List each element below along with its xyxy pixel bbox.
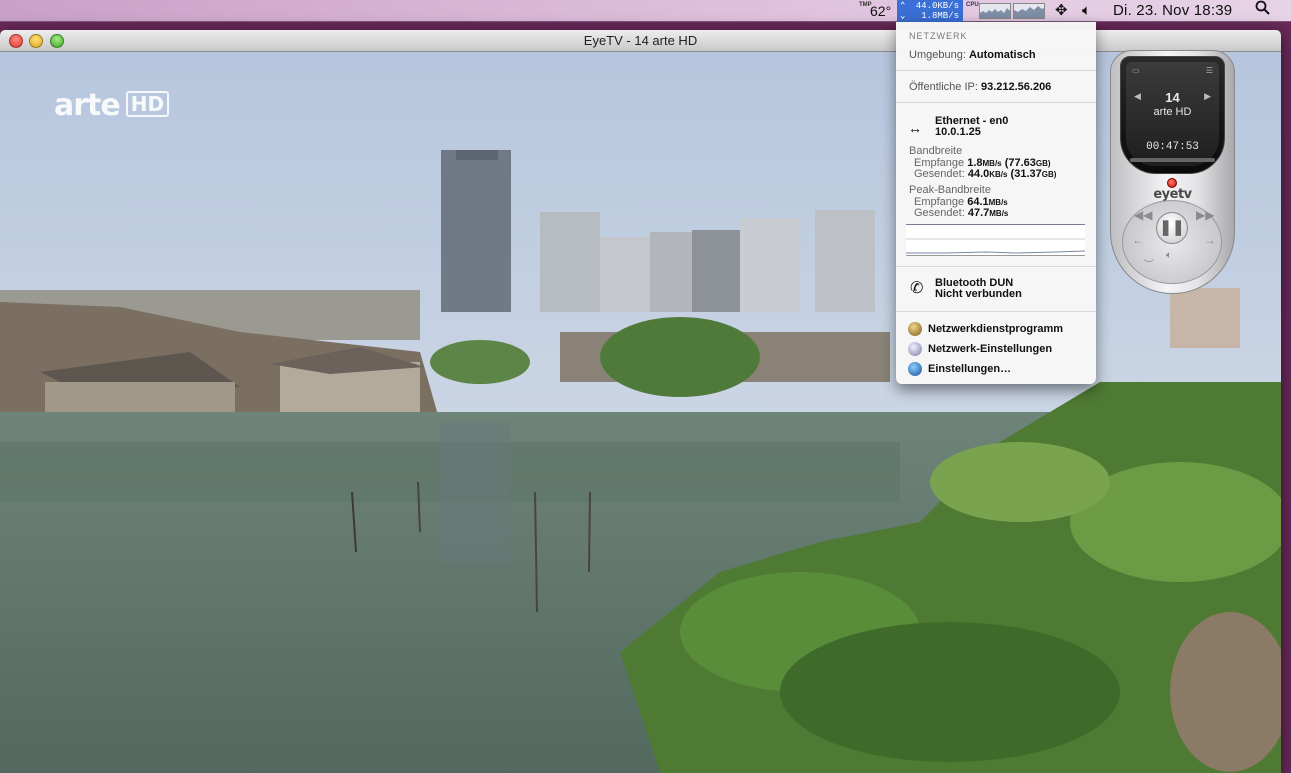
menu-separator	[896, 70, 1096, 71]
cpu-graph-menu-item[interactable]	[979, 3, 1011, 19]
bandwidth-receive-unit: MB/s	[982, 159, 1002, 168]
hd-badge: HD	[125, 91, 170, 117]
menu-separator	[896, 311, 1096, 312]
bandwidth-receive-total-unit: GB)	[1035, 159, 1051, 168]
channel-logo-text: arte	[54, 88, 121, 123]
ethernet-ip: 10.0.1.25	[935, 126, 981, 138]
up-down-arrows-icon: ⌃ ⌄	[900, 1, 906, 21]
environment-value: Automatisch	[968, 49, 1036, 61]
network-download-rate: 1.8MB/s	[921, 11, 959, 21]
spotlight-search-icon[interactable]	[1255, 0, 1270, 22]
peak-send-unit: MB/s	[989, 209, 1009, 218]
network-menu-header: NETZWERK	[909, 31, 968, 41]
close-button[interactable]	[9, 34, 23, 48]
ethernet-row[interactable]: Ethernet - en0 10.0.1.25	[935, 116, 1008, 138]
bandwidth-send-value: 44.0	[967, 168, 990, 180]
skip-back-icon[interactable]: ←	[1132, 233, 1144, 247]
peak-send-row: Gesendet: 47.7MB/s	[914, 207, 1008, 219]
bluetooth-dun-row[interactable]: Bluetooth DUN Nicht verbunden	[935, 278, 1022, 300]
network-preferences-icon	[908, 342, 922, 356]
menu-separator	[896, 266, 1096, 267]
globe-icon	[908, 362, 922, 376]
eyetv-remote[interactable]: ▭ ☰ ◀ ▶ 14 arte HD 00:47:53 eyetv ◀◀ ▶▶ …	[1110, 50, 1235, 294]
menu-item-einstellungen[interactable]: Einstellungen…	[928, 363, 1011, 375]
network-upload-rate: 44.0KB/s	[915, 1, 959, 11]
menu-separator	[896, 102, 1096, 103]
network-menu-item[interactable]: ⌃ ⌄ 44.0KB/s 1.8MB/s	[897, 0, 963, 22]
temperature-label: TMP	[859, 2, 872, 8]
bandwidth-title: Bandbreite	[909, 145, 963, 157]
peak-send-value: 47.7	[967, 207, 990, 219]
menu-item-netzwerk-einstellungen[interactable]: Netzwerk-Einstellungen	[928, 343, 1052, 355]
network-dropdown-menu: NETZWERK Umgebung: Automatisch Öffentlic…	[896, 22, 1096, 384]
memory-graph-menu-item[interactable]	[1013, 3, 1045, 19]
ethernet-icon: ↔	[908, 120, 922, 136]
volume-icon[interactable]: 🔈︎	[1082, 0, 1091, 22]
cpu-label: CPU	[966, 2, 979, 8]
remote-timeshift-bar[interactable]	[1130, 158, 1215, 162]
volume-slider-icon[interactable]: ︶	[1144, 256, 1154, 271]
public-ip-row[interactable]: Öffentliche IP: 93.212.56.206	[909, 81, 1051, 93]
remote-channel-name: arte HD	[1153, 106, 1192, 118]
menu-item-netzwerkdienstprogramm[interactable]: Netzwerkdienstprogramm	[928, 323, 1063, 335]
public-ip-label: Öffentliche IP:	[909, 81, 978, 93]
bandwidth-graph-icon	[906, 238, 1086, 254]
pause-button[interactable]: ❚❚	[1156, 212, 1188, 244]
remote-list-icon[interactable]: ☰	[1126, 66, 1219, 75]
bandwidth-send-row: Gesendet: 44.0KB/s (31.37GB)	[914, 168, 1056, 180]
menu-clock[interactable]: Di. 23. Nov 18:39	[1113, 0, 1232, 22]
remote-display: ▭ ☰ ◀ ▶ 14 arte HD 00:47:53	[1126, 62, 1219, 166]
memory-graph-icon	[1014, 6, 1044, 18]
bandwidth-send-label: Gesendet:	[914, 168, 965, 180]
network-utility-icon	[908, 322, 922, 336]
bandwidth-send-total-unit: GB)	[1041, 170, 1057, 179]
cpu-graph-icon	[980, 8, 1010, 18]
peak-bandwidth-title: Peak-Bandbreite	[909, 184, 991, 196]
window-title: EyeTV - 14 arte HD	[583, 33, 698, 48]
environment-row[interactable]: Umgebung: Automatisch	[909, 49, 1036, 61]
bluetooth-dun-status: Nicht verbunden	[935, 288, 1022, 300]
remote-time: 00:47:53	[1146, 141, 1199, 153]
peak-send-label: Gesendet:	[914, 207, 965, 219]
bandwidth-graph	[906, 224, 1086, 256]
rewind-icon[interactable]: ◀◀	[1134, 208, 1152, 222]
environment-label: Umgebung:	[909, 49, 966, 61]
minimize-button[interactable]	[29, 34, 43, 48]
menu-bar: TMP 62° ⌃ ⌄ 44.0KB/s 1.8MB/s CPU ✥ 🔈︎ Di.…	[0, 0, 1291, 22]
bandwidth-send-total: (31.37	[1010, 168, 1042, 180]
remote-channel-number: 14	[1165, 90, 1180, 105]
public-ip-value: 93.212.56.206	[980, 81, 1052, 93]
bandwidth-send-unit: KB/s	[989, 170, 1008, 179]
skip-forward-icon[interactable]: →	[1204, 233, 1216, 247]
channel-logo: arte HD	[54, 88, 170, 123]
volume-icon[interactable]: 🔈︎	[1166, 250, 1172, 261]
move-arrows-icon[interactable]: ✥	[1055, 0, 1068, 22]
phone-icon: ✆	[910, 280, 924, 297]
temperature-menu-item[interactable]: 62°	[870, 0, 891, 22]
peak-receive-unit: MB/s	[988, 198, 1008, 207]
fast-forward-icon[interactable]: ▶▶	[1196, 208, 1214, 222]
zoom-button[interactable]	[50, 34, 64, 48]
